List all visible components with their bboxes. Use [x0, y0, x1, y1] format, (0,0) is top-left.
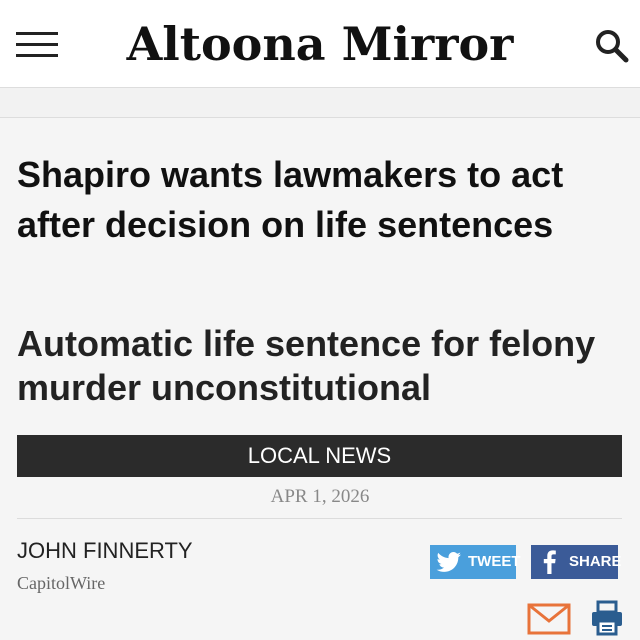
search-icon [596, 30, 629, 63]
menu-button[interactable] [16, 30, 60, 60]
print-button[interactable] [590, 600, 624, 636]
facebook-share-button[interactable]: SHARE [531, 545, 622, 579]
menu-icon-bar [16, 54, 58, 57]
tweet-label: TWEET [468, 553, 521, 570]
email-button[interactable] [527, 603, 571, 635]
facebook-share-label: SHARE [569, 553, 622, 570]
site-header: Altoona Mirror [0, 0, 640, 88]
article-date: APR 1, 2026 [270, 486, 370, 507]
header-band [0, 88, 640, 118]
article-subhead: Automatic life sentence for felony murde… [17, 323, 596, 408]
menu-icon-bar [16, 32, 58, 35]
print-icon [592, 600, 622, 636]
facebook-icon [543, 550, 556, 574]
site-logo[interactable]: Altoona Mirror [110, 14, 530, 74]
article-author[interactable]: JOHN FINNERTY [17, 538, 193, 564]
mail-icon [527, 603, 571, 635]
section-label[interactable]: LOCAL NEWS [17, 435, 622, 477]
tweet-button[interactable]: TWEET [430, 545, 521, 579]
article-headline: Shapiro wants lawmakers to act after dec… [17, 154, 564, 245]
search-button[interactable] [594, 28, 630, 64]
twitter-icon [436, 552, 461, 572]
menu-icon-bar [16, 43, 58, 46]
article-source: CapitolWire [17, 573, 106, 593]
divider [17, 518, 622, 519]
